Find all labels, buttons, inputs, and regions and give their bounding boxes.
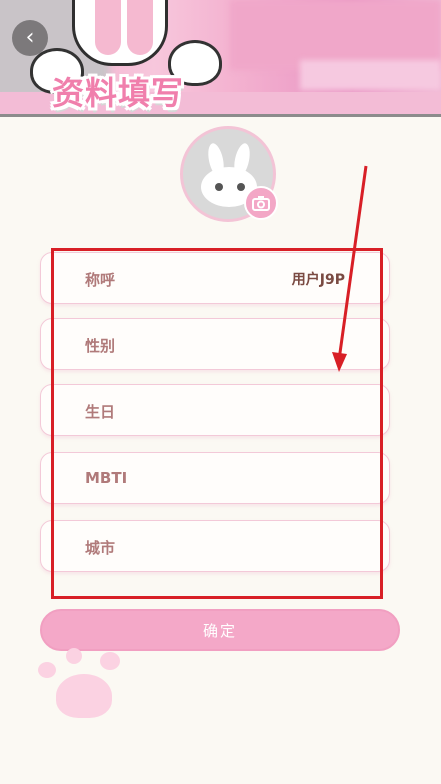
nickname-value: 用户J9P — [291, 272, 345, 288]
gender-field[interactable]: 性别 — [40, 318, 390, 370]
mbti-label: MBTI — [85, 469, 128, 487]
bunny-ear-left — [95, 0, 121, 55]
header-background-image-3 — [300, 60, 441, 90]
change-avatar-button[interactable] — [244, 186, 278, 220]
camera-icon — [252, 196, 270, 211]
gender-label: 性别 — [85, 337, 116, 355]
header-divider — [0, 114, 441, 120]
birthday-label: 生日 — [85, 403, 116, 421]
chevron-left-icon: ‹ — [25, 25, 35, 50]
back-button[interactable]: ‹ — [12, 20, 48, 56]
bunny-ear-right — [127, 0, 153, 55]
nickname-field[interactable]: 称呼 用户J9P — [40, 252, 390, 304]
city-label: 城市 — [85, 539, 116, 557]
birthday-field[interactable]: 生日 — [40, 384, 390, 436]
avatar-eye-right — [237, 183, 245, 191]
avatar-eye-left — [215, 183, 223, 191]
page-title: 资料填写 — [52, 74, 185, 112]
city-field[interactable]: 城市 — [40, 520, 390, 572]
confirm-button[interactable]: 确定 — [40, 609, 400, 651]
mbti-field[interactable]: MBTI — [40, 452, 390, 504]
nickname-label: 称呼 — [85, 271, 116, 289]
bunny-illustration — [72, 0, 168, 66]
